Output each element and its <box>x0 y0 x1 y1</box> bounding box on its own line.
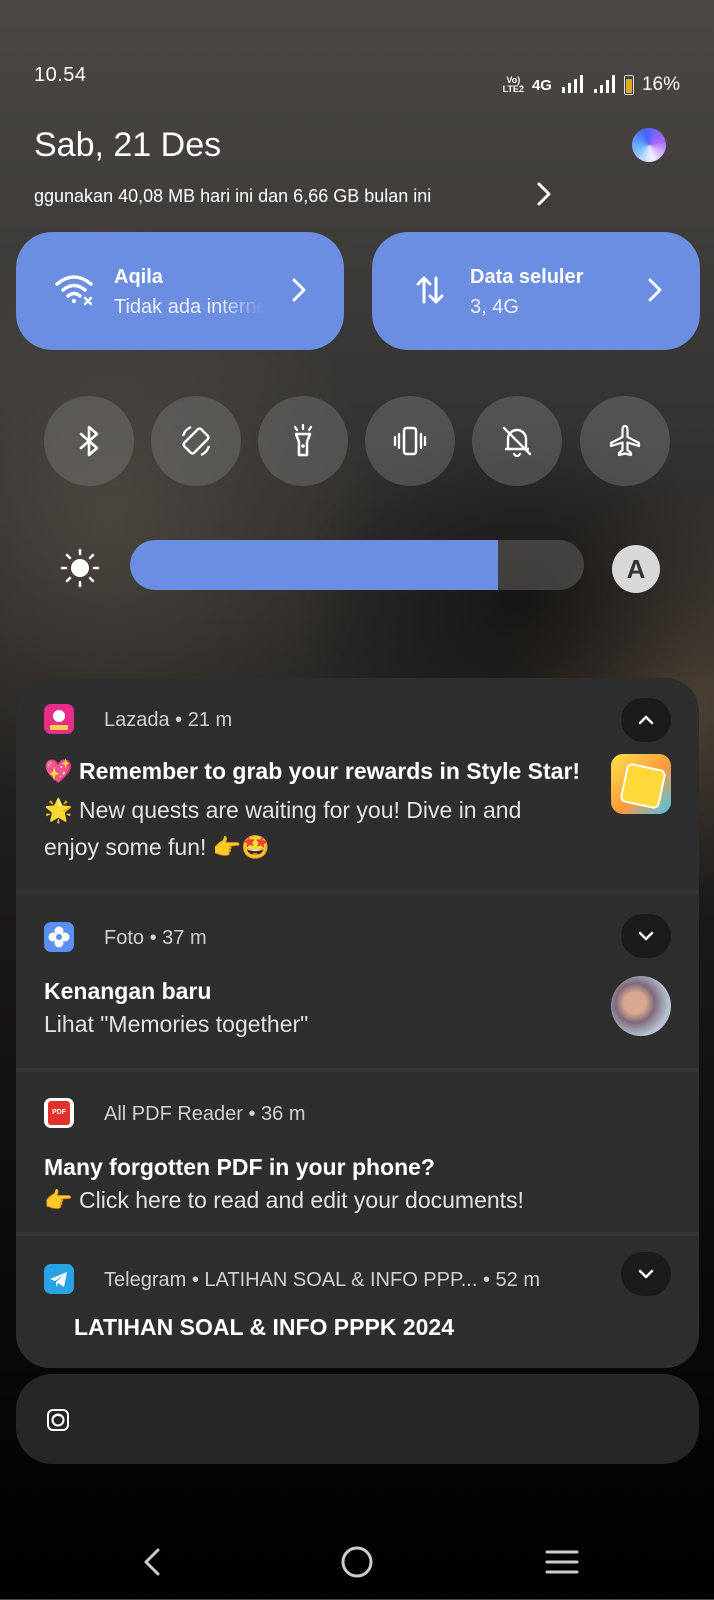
chevron-up-icon <box>638 715 654 725</box>
lazada-app-icon <box>44 704 74 734</box>
vibrate-icon <box>393 426 427 456</box>
notification-settings-bar <box>16 1374 699 1464</box>
auto-rotate-icon <box>181 425 211 457</box>
collapse-button[interactable] <box>621 698 671 742</box>
memories-thumbnail <box>611 976 671 1036</box>
notification-telegram[interactable]: Telegram • LATIHAN SOAL & INFO PPP... • … <box>16 1236 699 1368</box>
chevron-right-icon[interactable] <box>532 180 556 208</box>
notification-app-name: Foto • 37 m <box>104 927 207 949</box>
auto-rotate-toggle[interactable] <box>151 396 241 486</box>
assistant-icon[interactable] <box>625 121 673 169</box>
wifi-network-name: Aqila <box>114 266 163 288</box>
auto-brightness-button[interactable]: A <box>612 545 660 593</box>
pdf-app-icon: PDF <box>44 1098 74 1128</box>
expand-button[interactable] <box>621 914 671 958</box>
back-button[interactable] <box>130 1540 174 1584</box>
notification-pdf-reader[interactable]: PDF All PDF Reader • 36 m Many forgotten… <box>16 1072 699 1232</box>
recents-icon <box>545 1550 579 1574</box>
network-type: 4G <box>531 76 552 94</box>
notification-title: Kenangan baru <box>44 978 212 1004</box>
brightness-slider[interactable] <box>130 540 584 590</box>
volte-icon: Vo) LTE2 <box>502 75 524 94</box>
airplane-mode-icon <box>609 424 641 457</box>
notification-body: Lihat "Memories together" <box>44 1011 309 1037</box>
recents-button[interactable] <box>540 1540 584 1584</box>
expand-button[interactable] <box>621 1252 671 1296</box>
notification-title: Many forgotten PDF in your phone? <box>44 1154 435 1180</box>
mute-toggle[interactable] <box>472 396 562 486</box>
brightness-icon <box>60 548 100 588</box>
chevron-right-icon[interactable] <box>644 276 666 304</box>
notification-app-name: All PDF Reader • 36 m <box>104 1103 306 1125</box>
data-arrows-icon <box>416 276 444 304</box>
home-button[interactable] <box>335 1540 379 1584</box>
pdf-icon-label: PDF <box>48 1101 70 1125</box>
chevron-down-icon <box>638 931 654 941</box>
flashlight-icon <box>293 423 313 457</box>
flashlight-toggle[interactable] <box>258 396 348 486</box>
notification-app-name: Telegram • LATIHAN SOAL & INFO PPP... • … <box>104 1269 540 1291</box>
notification-title: 💖 Remember to grab your rewards in Style… <box>44 758 581 784</box>
mobile-data-title: Data seluler <box>470 266 584 288</box>
signal-icon-2 <box>593 75 615 93</box>
notification-body: 👉 Click here to read and edit your docum… <box>44 1187 524 1213</box>
notification-foto[interactable]: Foto • 37 m Kenangan baru Lihat "Memorie… <box>16 894 699 1068</box>
mobile-data-tile[interactable]: Data seluler 3, 4G <box>372 232 700 350</box>
notification-settings-icon[interactable] <box>46 1408 70 1432</box>
notification-lazada[interactable]: Lazada • 21 m 💖 Remember to grab your re… <box>16 678 699 890</box>
bluetooth-toggle[interactable] <box>44 396 134 486</box>
mobile-data-status: 3, 4G <box>470 296 519 318</box>
status-time: 10.54 <box>34 64 87 86</box>
notification-app-name: Lazada • 21 m <box>104 709 233 731</box>
mute-icon <box>502 426 532 458</box>
bluetooth-icon <box>79 425 99 457</box>
battery-percent: 16% <box>641 74 680 95</box>
foto-app-icon <box>44 922 74 952</box>
back-icon <box>144 1548 160 1576</box>
brightness-slider-fill <box>130 540 498 590</box>
airplane-mode-toggle[interactable] <box>580 396 670 486</box>
notification-title: LATIHAN SOAL & INFO PPPK 2024 <box>74 1314 454 1340</box>
telegram-app-icon <box>44 1264 74 1294</box>
signal-icon-1 <box>561 75 583 93</box>
wifi-tile[interactable]: Aqila Tidak ada internet <box>16 232 344 350</box>
navigation-bar <box>0 1520 714 1600</box>
notification-body-line2: enjoy some fun! 👉🤩 <box>44 834 271 860</box>
style-star-thumbnail <box>611 754 671 814</box>
home-icon <box>341 1546 373 1578</box>
battery-icon <box>623 75 634 95</box>
chevron-down-icon <box>638 1269 654 1279</box>
data-usage-text[interactable]: ggunakan 40,08 MB hari ini dan 6,66 GB b… <box>34 186 431 207</box>
date-label: Sab, 21 Des <box>34 126 222 164</box>
wifi-status: Tidak ada internet <box>114 296 264 318</box>
status-icons: Vo) LTE2 4G 16% <box>503 74 680 96</box>
chevron-right-icon[interactable] <box>288 276 310 304</box>
notification-body-line1: 🌟 New quests are waiting for you! Dive i… <box>44 797 522 823</box>
notification-panel: Lazada • 21 m 💖 Remember to grab your re… <box>16 678 699 1368</box>
wifi-off-icon <box>55 275 93 306</box>
vibrate-toggle[interactable] <box>365 396 455 486</box>
